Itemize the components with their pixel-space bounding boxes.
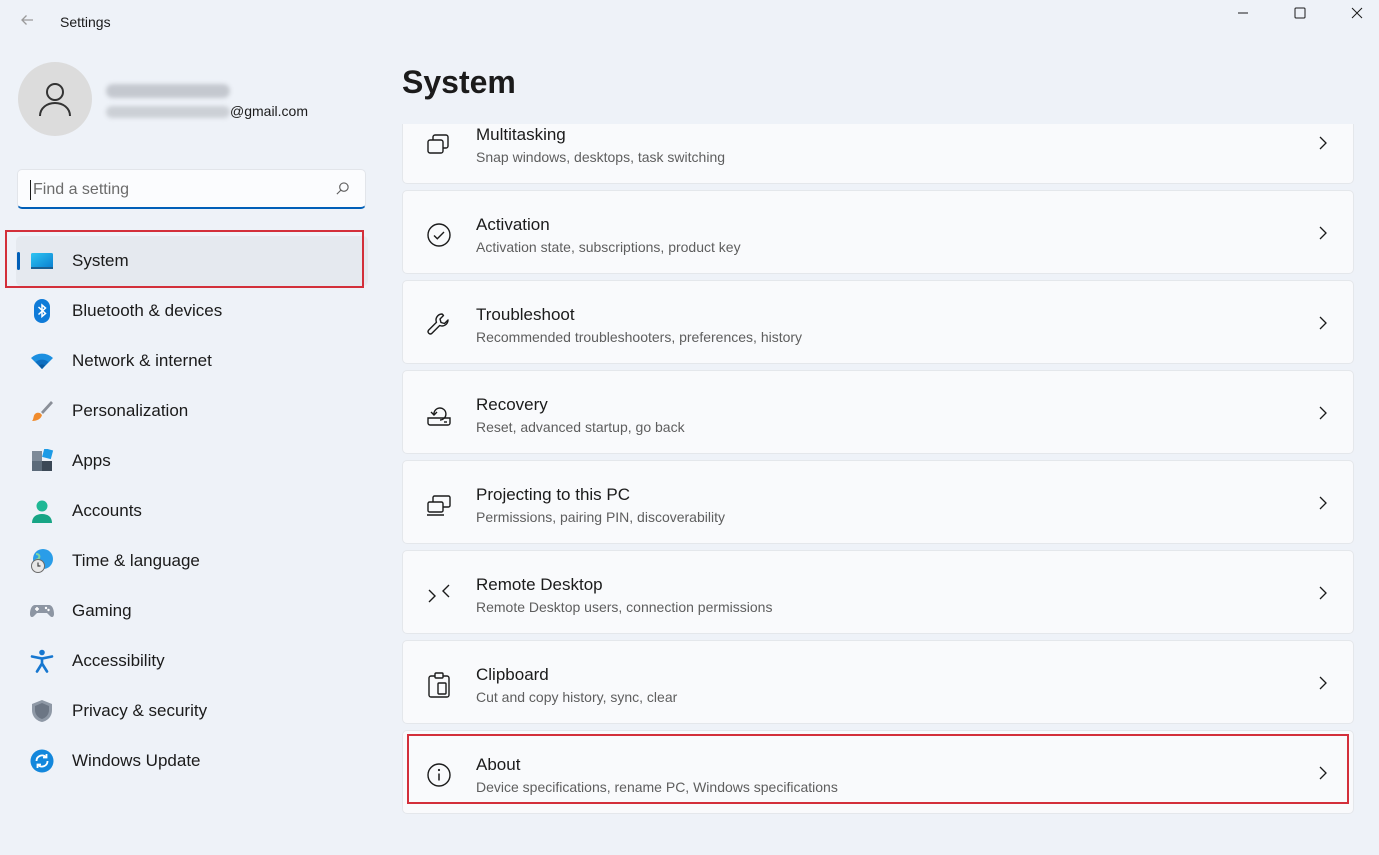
sidebar-item-apps[interactable]: Apps — [16, 436, 368, 486]
sidebar-item-personalization[interactable]: Personalization — [16, 386, 368, 436]
chevron-right-icon — [1319, 766, 1327, 780]
chevron-right-icon — [1319, 316, 1327, 330]
sidebar-item-network[interactable]: Network & internet — [16, 336, 368, 386]
card-title: About — [476, 755, 521, 774]
card-troubleshoot[interactable]: Troubleshoot Recommended troubleshooters… — [402, 280, 1354, 364]
page-title: System — [402, 64, 516, 100]
card-about[interactable]: About Device specifications, rename PC, … — [402, 730, 1354, 814]
user-name-redacted — [106, 84, 230, 98]
card-subtitle: Recommended troubleshooters, preferences… — [476, 329, 803, 345]
user-email: @gmail.com — [230, 103, 309, 119]
card-subtitle: Cut and copy history, sync, clear — [476, 689, 678, 705]
maximize-button[interactable] — [1271, 0, 1329, 26]
wrench-icon — [427, 313, 449, 335]
back-arrow-icon — [21, 15, 33, 25]
sidebar-item-system[interactable]: System — [16, 236, 368, 286]
card-subtitle: Remote Desktop users, connection permiss… — [476, 599, 773, 615]
card-title: Clipboard — [476, 665, 549, 684]
sidebar-item-label: System — [72, 251, 129, 270]
close-icon — [1351, 7, 1363, 19]
system-display-icon — [31, 253, 53, 269]
check-circle-icon — [427, 223, 451, 247]
chevron-right-icon — [1319, 406, 1327, 420]
card-subtitle: Permissions, pairing PIN, discoverabilit… — [476, 509, 725, 525]
chevron-right-icon — [1319, 676, 1327, 690]
minimize-icon — [1238, 12, 1248, 14]
card-title: Activation — [476, 215, 550, 234]
chevron-right-icon — [1319, 136, 1327, 150]
chevron-right-icon — [1319, 226, 1327, 240]
close-button[interactable] — [1328, 0, 1379, 26]
card-projecting[interactable]: Projecting to this PC Permissions, pairi… — [402, 460, 1354, 544]
sidebar-item-gaming[interactable]: Gaming — [16, 586, 368, 636]
title-bar: Settings — [0, 0, 1379, 44]
chevron-right-icon — [1319, 586, 1327, 600]
sidebar-item-privacy-security[interactable]: Privacy & security — [16, 686, 368, 736]
card-recovery[interactable]: Recovery Reset, advanced startup, go bac… — [402, 370, 1354, 454]
search-input[interactable] — [31, 172, 335, 208]
gamepad-icon — [30, 605, 54, 618]
sidebar-item-label: Bluetooth & devices — [72, 301, 223, 320]
user-email-redacted — [106, 106, 230, 118]
sidebar-item-time-language[interactable]: Time & language — [16, 536, 368, 586]
sidebar-item-label: Windows Update — [72, 751, 201, 770]
card-subtitle: Snap windows, desktops, task switching — [476, 149, 726, 165]
sidebar-item-label: Personalization — [72, 401, 189, 420]
chevron-right-icon — [1319, 496, 1327, 510]
card-title: Remote Desktop — [476, 575, 603, 594]
multitasking-icon — [427, 134, 449, 154]
text-caret — [30, 180, 31, 200]
card-title: Recovery — [476, 395, 548, 414]
accessibility-icon — [30, 649, 54, 673]
card-title: Projecting to this PC — [476, 485, 631, 504]
paintbrush-icon — [32, 401, 53, 421]
person-icon — [39, 83, 71, 117]
sidebar-item-label: Apps — [72, 451, 111, 470]
sidebar-nav: System Bluetooth & devices Network & int… — [16, 236, 368, 786]
sidebar-item-bluetooth[interactable]: Bluetooth & devices — [16, 286, 368, 336]
search-icon[interactable] — [335, 181, 350, 196]
card-subtitle: Device specifications, rename PC, Window… — [476, 779, 838, 795]
apps-icon — [32, 449, 54, 471]
settings-list: Multitasking Snap windows, desktops, tas… — [402, 124, 1356, 855]
back-button[interactable] — [14, 10, 40, 34]
shield-icon — [32, 700, 52, 722]
wifi-icon — [31, 353, 53, 369]
maximize-icon — [1294, 7, 1306, 19]
sidebar-item-label: Accounts — [72, 501, 142, 520]
search-box[interactable] — [17, 169, 366, 209]
info-icon — [427, 763, 451, 787]
app-title: Settings — [60, 14, 111, 30]
sidebar-item-windows-update[interactable]: Windows Update — [16, 736, 368, 786]
sidebar-item-label: Gaming — [72, 601, 132, 620]
globe-clock-icon — [31, 549, 53, 573]
minimize-button[interactable] — [1214, 0, 1272, 26]
projecting-icon — [427, 495, 451, 516]
card-title: Troubleshoot — [476, 305, 575, 324]
bluetooth-icon — [34, 299, 50, 323]
card-subtitle: Activation state, subscriptions, product… — [476, 239, 741, 255]
card-subtitle: Reset, advanced startup, go back — [476, 419, 685, 435]
card-clipboard[interactable]: Clipboard Cut and copy history, sync, cl… — [402, 640, 1354, 724]
card-multitasking[interactable]: Multitasking Snap windows, desktops, tas… — [402, 124, 1354, 184]
sidebar-item-label: Accessibility — [72, 651, 165, 670]
clipboard-icon — [428, 672, 450, 698]
card-title: Multitasking — [476, 125, 566, 144]
sidebar-item-accounts[interactable]: Accounts — [16, 486, 368, 536]
selection-indicator — [17, 252, 20, 270]
card-remote-desktop[interactable]: Remote Desktop Remote Desktop users, con… — [402, 550, 1354, 634]
sync-icon — [30, 749, 54, 773]
sidebar-item-label: Network & internet — [72, 351, 212, 370]
accounts-icon — [32, 500, 52, 523]
sidebar-item-label: Time & language — [72, 551, 200, 570]
remote-desktop-icon — [428, 584, 450, 603]
sidebar-item-accessibility[interactable]: Accessibility — [16, 636, 368, 686]
recovery-icon — [427, 407, 451, 426]
card-activation[interactable]: Activation Activation state, subscriptio… — [402, 190, 1354, 274]
avatar[interactable] — [18, 62, 92, 136]
sidebar-item-label: Privacy & security — [72, 701, 208, 720]
